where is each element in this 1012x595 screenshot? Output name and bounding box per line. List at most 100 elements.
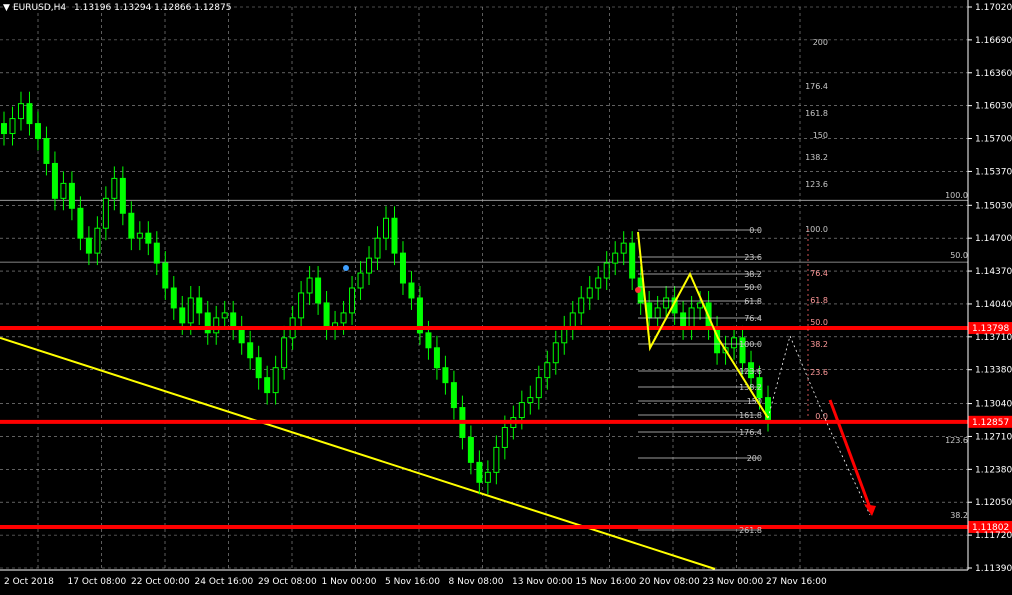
fib-right-label: 76.4 xyxy=(810,269,828,278)
candle-body xyxy=(391,217,398,254)
y-tick-label: 1.16360 xyxy=(975,69,1012,79)
y-tick-label: 1.12380 xyxy=(975,465,1012,475)
candle-body xyxy=(298,292,305,319)
fib-level-label: 50.0 xyxy=(744,283,762,292)
candle-body xyxy=(349,287,356,314)
fib-level-label: 0.0 xyxy=(749,226,762,235)
y-tick-label: 1.14700 xyxy=(975,234,1012,244)
fib-right-label: 38.2 xyxy=(810,340,828,349)
candle-body xyxy=(145,232,152,244)
fib-level-label: 161.8 xyxy=(739,411,762,420)
candle-body xyxy=(578,297,585,314)
x-tick-label: 2 Oct 2018 xyxy=(4,577,54,587)
candle-body xyxy=(357,272,364,289)
fib-right-label: 138.2 xyxy=(805,153,828,162)
x-tick-label: 23 Nov 00:00 xyxy=(703,577,764,587)
x-tick-label: 20 Nov 08:00 xyxy=(639,577,700,587)
candle-body xyxy=(230,312,237,329)
candle-body xyxy=(586,287,593,299)
candle-body xyxy=(518,402,525,419)
candle-body xyxy=(51,162,58,199)
candle-body xyxy=(569,312,576,329)
candle-body xyxy=(476,461,483,483)
y-tick-label: 1.11390 xyxy=(975,564,1012,574)
candle-body xyxy=(442,367,449,384)
candle-body xyxy=(595,277,602,289)
fib-right-label: 50.0 xyxy=(810,318,828,327)
y-tick-label: 1.15370 xyxy=(975,167,1012,177)
candle-body xyxy=(153,242,160,264)
fib-right-label: 100.0 xyxy=(805,225,828,234)
candle-body xyxy=(187,297,194,324)
x-tick-label: 5 Nov 16:00 xyxy=(385,577,440,587)
candle-body xyxy=(34,123,41,140)
candle-body xyxy=(535,377,542,399)
candle-body xyxy=(484,471,491,483)
fib-level-label: 176.4 xyxy=(739,428,762,437)
candle-body xyxy=(731,337,738,349)
x-tick-label: 1 Nov 00:00 xyxy=(322,577,377,587)
candle-body xyxy=(366,257,373,274)
candle-body xyxy=(654,307,661,319)
x-tick-label: 13 Nov 00:00 xyxy=(512,577,573,587)
candle-body xyxy=(170,287,177,309)
marker-dot-blue xyxy=(343,265,349,271)
candle-body xyxy=(603,262,610,279)
candle-body xyxy=(552,342,559,364)
price-chart[interactable]: 1.137981.128571.11802 0.023.638.250.061.… xyxy=(0,0,1012,595)
candle-body xyxy=(179,307,186,324)
candle-body xyxy=(213,317,220,334)
fib-level-label: 100.0 xyxy=(739,340,762,349)
candle-body xyxy=(247,342,254,359)
y-tick-label: 1.13710 xyxy=(975,333,1012,343)
x-tick-label: 24 Oct 16:00 xyxy=(195,577,254,587)
candle-body xyxy=(620,242,627,254)
candle-body xyxy=(561,327,568,344)
fib-far-label: 100.0 xyxy=(945,191,968,200)
y-tick-label: 1.12710 xyxy=(975,432,1012,442)
fib-level-label: 38.2 xyxy=(744,270,762,279)
candle-body xyxy=(501,427,508,448)
x-tick-label: 17 Oct 08:00 xyxy=(68,577,127,587)
header-marker-icon: ▼ xyxy=(3,3,10,13)
y-tick-label: 1.13040 xyxy=(975,400,1012,410)
fib-right-label: 23.6 xyxy=(810,368,828,377)
fib-right-label: 200 xyxy=(813,38,828,47)
candle-body xyxy=(255,357,262,379)
fib-right-label: 61.8 xyxy=(810,296,828,305)
fib-level-label: 200 xyxy=(747,454,762,463)
candle-body xyxy=(102,197,109,229)
candle-body xyxy=(493,446,500,473)
y-tick-label: 1.16030 xyxy=(975,102,1012,112)
candle-body xyxy=(433,347,440,369)
candle-body xyxy=(264,377,271,394)
candle-body xyxy=(77,207,84,239)
x-tick-label: 15 Nov 16:00 xyxy=(576,577,637,587)
fib-level-label: 76.4 xyxy=(744,314,762,323)
fib-far-label: 123.6 xyxy=(945,436,968,445)
y-tick-label: 1.11720 xyxy=(975,531,1012,541)
candle-body xyxy=(196,297,203,314)
candle-body xyxy=(612,252,619,264)
fib-right-label: 176.4 xyxy=(805,82,828,91)
fib-level-label: 23.6 xyxy=(744,253,762,262)
candle-body xyxy=(527,397,534,404)
fib-right-label: 0.0 xyxy=(815,412,828,421)
candle-body xyxy=(1,123,7,135)
candle-body xyxy=(119,177,126,214)
candle-body xyxy=(399,252,406,284)
candle-body xyxy=(315,277,322,304)
x-tick-label: 8 Nov 08:00 xyxy=(449,577,504,587)
candle-body xyxy=(408,282,415,299)
y-tick-label: 1.13380 xyxy=(975,366,1012,376)
marker-dot-red xyxy=(635,287,641,293)
y-tick-label: 1.16690 xyxy=(975,36,1012,46)
y-tick-label: 1.17020 xyxy=(975,3,1012,13)
chart-header: ▼ EURUSD,H4 1.13196 1.13294 1.12866 1.12… xyxy=(3,3,231,13)
candle-body xyxy=(383,217,389,239)
y-tick-label: 1.15700 xyxy=(975,135,1012,145)
y-tick-label: 1.14040 xyxy=(975,300,1012,310)
candle-body xyxy=(162,262,169,289)
fib-right-label: 150 xyxy=(813,131,828,140)
candle-body xyxy=(340,312,347,324)
